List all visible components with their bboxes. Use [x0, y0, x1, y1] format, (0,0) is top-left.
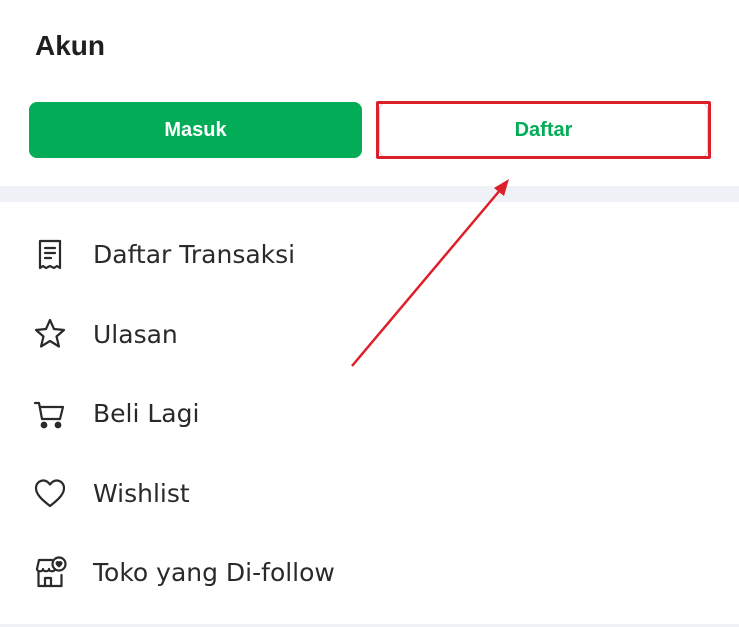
heart-icon [32, 475, 68, 511]
menu-item-ulasan[interactable]: Ulasan [0, 295, 739, 375]
store-heart-icon [32, 555, 68, 591]
section-divider [0, 186, 739, 202]
receipt-icon [32, 237, 68, 273]
menu-item-daftar-transaksi[interactable]: Daftar Transaksi [0, 215, 739, 295]
page-title: Akun [35, 30, 105, 61]
menu-item-label: Wishlist [93, 478, 190, 508]
menu-item-label: Ulasan [93, 319, 178, 349]
menu-item-wishlist[interactable]: Wishlist [0, 454, 739, 534]
menu-item-label: Toko yang Di-follow [93, 558, 335, 588]
menu-item-label: Daftar Transaksi [93, 240, 296, 270]
register-button[interactable]: Daftar [379, 102, 708, 158]
cart-icon [32, 396, 68, 432]
menu-item-beli-lagi[interactable]: Beli Lagi [0, 374, 739, 454]
menu-item-label: Beli Lagi [93, 399, 200, 429]
menu-item-toko-difollow[interactable]: Toko yang Di-follow [0, 533, 739, 613]
account-menu: Daftar Transaksi Ulasan Beli Lagi Wishli… [0, 215, 739, 613]
login-button[interactable]: Masuk [29, 102, 362, 158]
star-icon [32, 316, 68, 352]
